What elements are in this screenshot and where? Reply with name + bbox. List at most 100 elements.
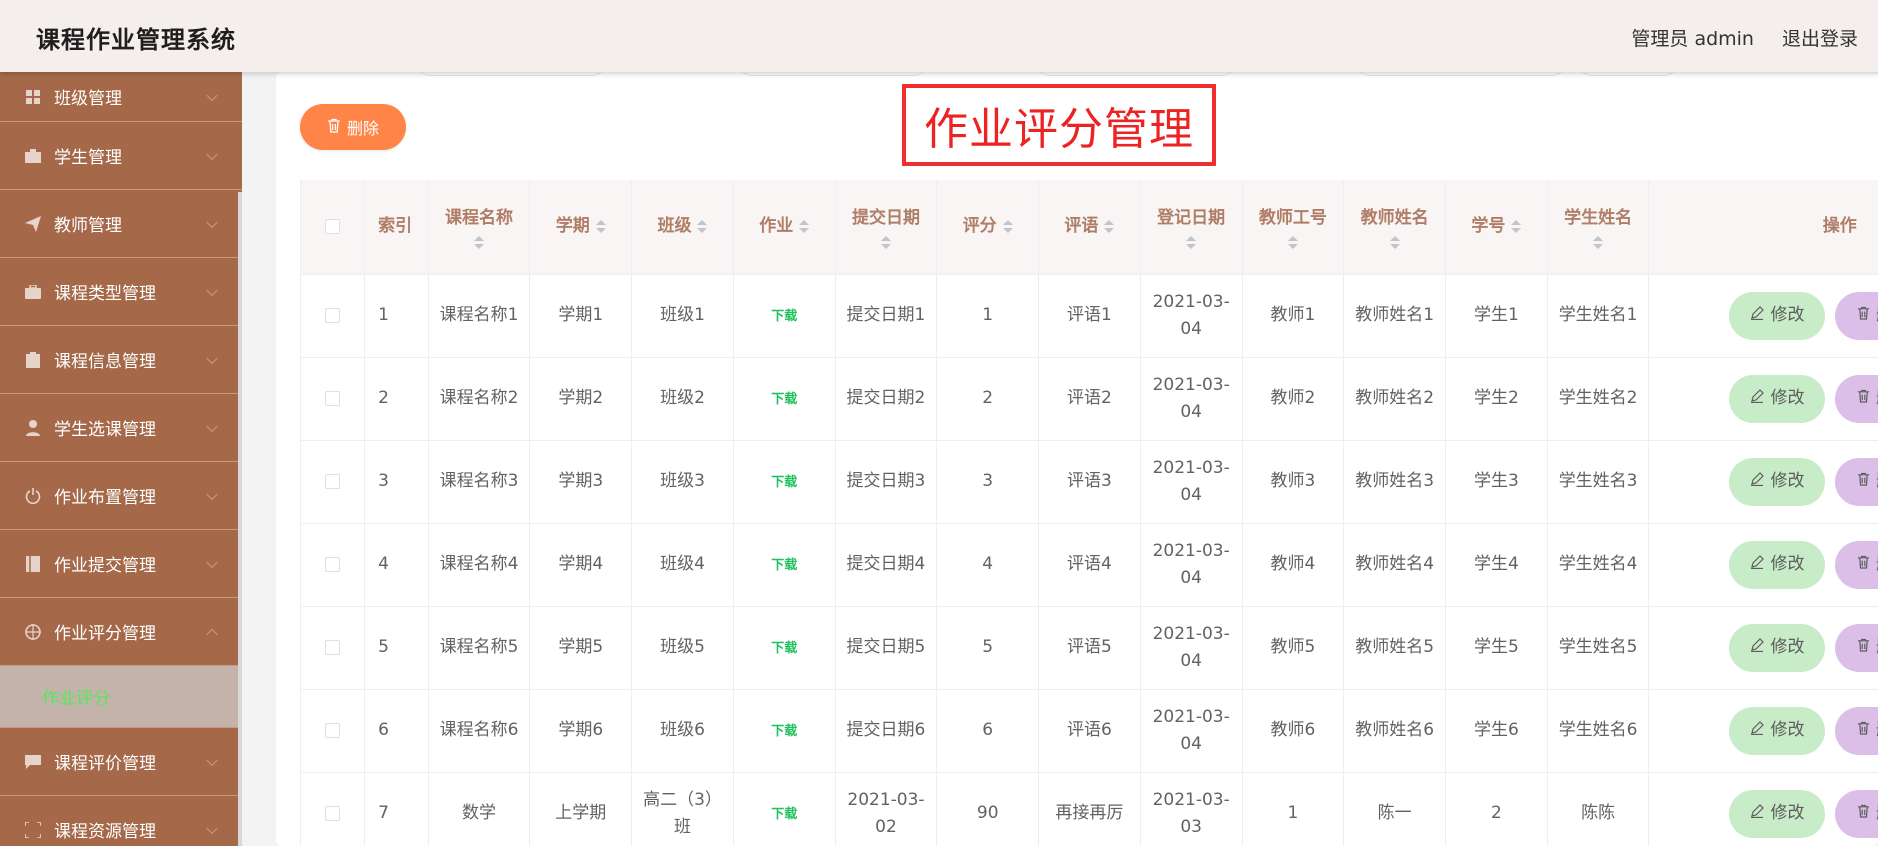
cell-reg: 2021-03-04 [1140, 357, 1243, 441]
cell-tname: 陈一 [1343, 772, 1446, 846]
sort-caret-icon[interactable] [1287, 235, 1298, 249]
cell-cls: 高二（3）班 [631, 772, 734, 846]
edit-button[interactable]: 修改 [1729, 789, 1826, 838]
row-checkbox[interactable] [325, 639, 341, 655]
cell-tid: 教师2 [1242, 357, 1345, 441]
download-link[interactable]: 下载 [771, 309, 797, 324]
row-checkbox[interactable] [325, 473, 341, 489]
column-header[interactable]: 作业 [733, 180, 836, 275]
delete-button[interactable]: 删除 [1835, 706, 1878, 755]
column-header[interactable]: 班级 [631, 180, 734, 275]
column-header-label: 学生姓名 [1564, 207, 1633, 228]
column-header[interactable]: 评分 [936, 180, 1040, 275]
row-checkbox[interactable] [325, 556, 341, 572]
edit-button[interactable]: 修改 [1729, 291, 1826, 340]
select-all-checkbox[interactable] [325, 218, 341, 234]
cell-sname: 学生姓名3 [1547, 440, 1650, 524]
delete-button[interactable]: 删除 [1835, 623, 1878, 672]
sort-caret-icon[interactable] [1593, 235, 1604, 249]
column-header[interactable]: 教师工号 [1242, 180, 1345, 275]
chevron-down-icon [206, 556, 218, 568]
edit-label: 修改 [1770, 554, 1805, 574]
download-link[interactable]: 下载 [771, 392, 797, 407]
cell-sname: 学生姓名2 [1547, 357, 1650, 441]
sidebar-subitem-active[interactable]: 作业评分 [0, 666, 242, 728]
card-icon [24, 147, 42, 165]
cell-course: 课程名称2 [428, 357, 531, 441]
chat-icon [24, 753, 42, 771]
sort-caret-icon[interactable] [1511, 219, 1522, 233]
sort-caret-icon[interactable] [1002, 219, 1013, 233]
cell-score: 4 [936, 523, 1040, 607]
row-checkbox[interactable] [325, 722, 341, 738]
sidebar-item[interactable]: 学生管理 [0, 122, 242, 190]
sidebar-item[interactable]: 班级管理 [0, 72, 242, 122]
sidebar-scrollbar[interactable] [238, 192, 242, 846]
row-checkbox[interactable] [325, 307, 341, 323]
chevron-down-icon [206, 216, 218, 228]
column-header[interactable]: 学期 [529, 180, 633, 275]
sort-caret-icon[interactable] [1186, 235, 1197, 249]
row-checkbox[interactable] [325, 805, 341, 821]
column-header[interactable]: 课程名称 [428, 180, 531, 275]
sidebar-item[interactable]: 课程评价管理 [0, 728, 242, 796]
column-header[interactable]: 学号 [1445, 180, 1548, 275]
column-header-label: 作业 [759, 216, 794, 237]
row-select-cell [301, 357, 366, 441]
delete-button[interactable]: 删除 [1835, 291, 1878, 340]
row-actions: 修改 删除 [1649, 374, 1878, 423]
sort-caret-icon[interactable] [697, 219, 708, 233]
download-link[interactable]: 下载 [771, 641, 797, 656]
sort-caret-icon[interactable] [474, 235, 485, 249]
row-select-cell [301, 606, 366, 690]
row-checkbox[interactable] [325, 390, 341, 406]
sidebar-item[interactable]: 作业评分管理 [0, 598, 242, 666]
logout-link[interactable]: 退出登录 [1782, 24, 1858, 51]
row-actions-cell: 修改 删除 [1648, 274, 1878, 358]
sidebar-item[interactable]: 课程资源管理 [0, 796, 242, 846]
sidebar-menu: 班级管理 学生管理 教师管理 课程类型管理课程信息管理 学生选课管理作业布置管理 作业提交… [0, 72, 242, 846]
edit-label: 修改 [1770, 637, 1805, 657]
download-link[interactable]: 下载 [771, 558, 797, 573]
cell-comment: 评语1 [1038, 274, 1141, 358]
column-header[interactable]: 索引 [364, 180, 429, 275]
delete-button[interactable]: 删除 [1835, 374, 1878, 423]
download-link[interactable]: 下载 [771, 475, 797, 490]
download-link[interactable]: 下载 [771, 724, 797, 739]
sidebar-item-label: 课程信息管理 [54, 352, 156, 372]
sort-caret-icon[interactable] [880, 235, 891, 249]
download-link[interactable]: 下载 [771, 807, 797, 822]
edit-button[interactable]: 修改 [1729, 623, 1826, 672]
edit-label: 修改 [1770, 803, 1805, 823]
edit-button[interactable]: 修改 [1729, 374, 1826, 423]
sidebar-item[interactable]: 课程信息管理 [0, 326, 242, 394]
delete-button[interactable]: 删除 [1835, 457, 1878, 506]
delete-button[interactable]: 删除 [1835, 789, 1878, 838]
sort-caret-icon[interactable] [595, 219, 606, 233]
app-title: 课程作业管理系统 [36, 26, 236, 54]
column-header[interactable]: 教师姓名 [1343, 180, 1446, 275]
column-header-label: 教师姓名 [1360, 207, 1429, 228]
sort-caret-icon[interactable] [1104, 219, 1115, 233]
column-header[interactable]: 评语 [1038, 180, 1141, 275]
column-header[interactable]: 登记日期 [1140, 180, 1243, 275]
column-header[interactable]: 提交日期 [835, 180, 938, 275]
edit-button[interactable]: 修改 [1729, 457, 1826, 506]
sidebar-item-label: 学生选课管理 [54, 420, 156, 440]
column-header[interactable]: 学生姓名 [1547, 180, 1650, 275]
row-actions-cell: 修改 删除 [1648, 689, 1878, 773]
delete-button[interactable]: 删除 [1835, 540, 1878, 589]
sidebar-item[interactable]: 作业提交管理 [0, 530, 242, 598]
sort-caret-icon[interactable] [1389, 235, 1400, 249]
edit-button[interactable]: 修改 [1729, 540, 1826, 589]
edit-button[interactable]: 修改 [1729, 706, 1826, 755]
bulk-delete-button[interactable]: 删除 [300, 104, 406, 150]
homework-cell: 下载 [733, 274, 836, 358]
sidebar-item[interactable]: 教师管理 [0, 190, 242, 258]
row-actions-cell: 修改 删除 [1648, 772, 1878, 846]
chevron-down-icon [206, 148, 218, 160]
sidebar-item[interactable]: 课程类型管理 [0, 258, 242, 326]
sort-caret-icon[interactable] [799, 219, 810, 233]
sidebar-item[interactable]: 作业布置管理 [0, 462, 242, 530]
sidebar-item[interactable]: 学生选课管理 [0, 394, 242, 462]
